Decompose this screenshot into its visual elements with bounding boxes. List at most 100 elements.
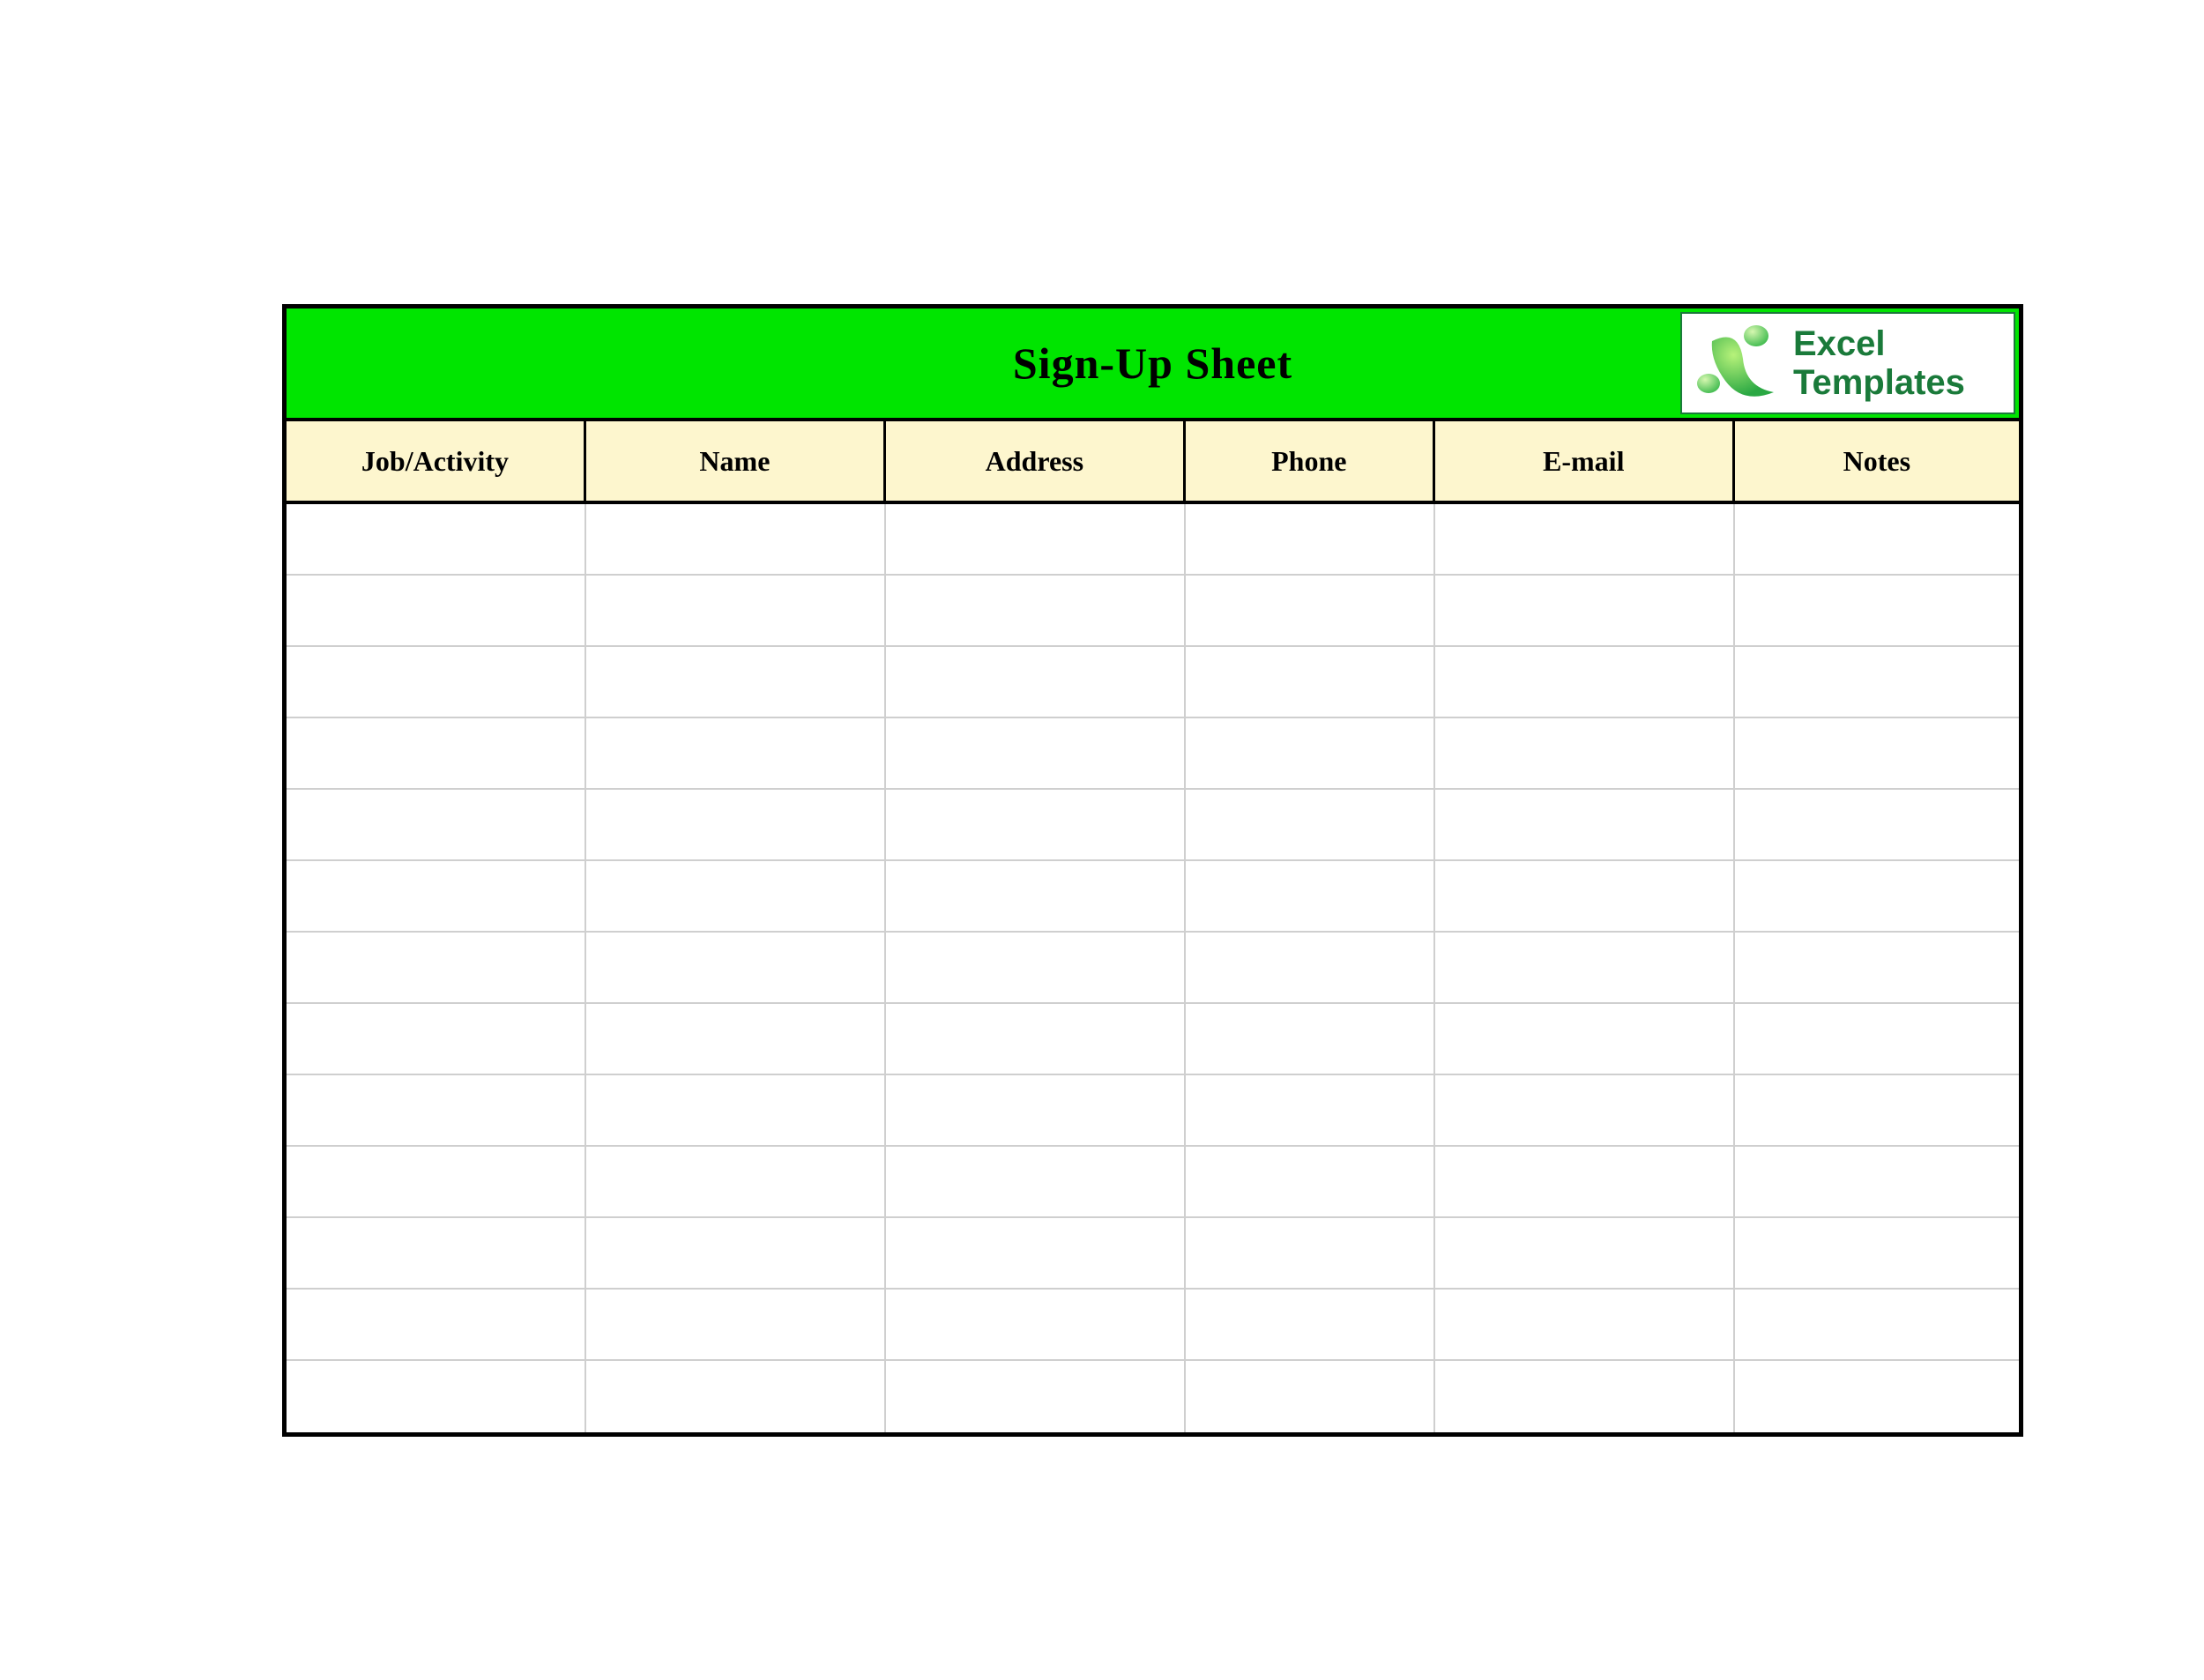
table-cell[interactable] <box>1735 790 2019 859</box>
table-row <box>287 1004 2019 1075</box>
table-cell[interactable] <box>1735 933 2019 1002</box>
table-cell[interactable] <box>886 861 1186 931</box>
table-cell[interactable] <box>886 933 1186 1002</box>
table-cell[interactable] <box>1186 790 1435 859</box>
table-cell[interactable] <box>886 647 1186 717</box>
logo-line2: Templates <box>1793 363 1965 402</box>
col-name: Name <box>586 421 886 501</box>
table-row <box>287 933 2019 1004</box>
table-row <box>287 718 2019 790</box>
table-cell[interactable] <box>1735 647 2019 717</box>
table-cell[interactable] <box>1735 1218 2019 1288</box>
table-row <box>287 790 2019 861</box>
table-cell[interactable] <box>586 1075 886 1145</box>
table-cell[interactable] <box>1435 1361 1735 1432</box>
table-cell[interactable] <box>586 933 886 1002</box>
table-cell[interactable] <box>886 1004 1186 1074</box>
table-cell[interactable] <box>1435 504 1735 574</box>
table-cell[interactable] <box>1735 1361 2019 1432</box>
table-cell[interactable] <box>886 1147 1186 1216</box>
table-cell[interactable] <box>287 933 586 1002</box>
table-cell[interactable] <box>586 1218 886 1288</box>
table-cell[interactable] <box>1186 576 1435 645</box>
table-cell[interactable] <box>1186 1147 1435 1216</box>
table-cell[interactable] <box>1435 647 1735 717</box>
table-cell[interactable] <box>586 1147 886 1216</box>
table-row <box>287 647 2019 718</box>
data-rows <box>287 504 2019 1432</box>
table-cell[interactable] <box>1186 1290 1435 1359</box>
table-cell[interactable] <box>1186 718 1435 788</box>
table-cell[interactable] <box>1735 718 2019 788</box>
table-cell[interactable] <box>1435 1004 1735 1074</box>
table-cell[interactable] <box>586 861 886 931</box>
table-cell[interactable] <box>287 1361 586 1432</box>
table-cell[interactable] <box>287 790 586 859</box>
col-job-activity: Job/Activity <box>287 421 586 501</box>
table-cell[interactable] <box>1186 1004 1435 1074</box>
table-cell[interactable] <box>1735 504 2019 574</box>
table-cell[interactable] <box>886 718 1186 788</box>
table-cell[interactable] <box>1435 576 1735 645</box>
table-cell[interactable] <box>287 504 586 574</box>
table-cell[interactable] <box>586 790 886 859</box>
table-cell[interactable] <box>886 576 1186 645</box>
table-cell[interactable] <box>886 1075 1186 1145</box>
table-cell[interactable] <box>1435 861 1735 931</box>
col-address: Address <box>886 421 1186 501</box>
table-cell[interactable] <box>287 861 586 931</box>
table-cell[interactable] <box>1435 1290 1735 1359</box>
table-cell[interactable] <box>586 504 886 574</box>
col-phone: Phone <box>1186 421 1435 501</box>
table-cell[interactable] <box>1186 647 1435 717</box>
logo-text: Excel Templates <box>1793 324 1965 402</box>
table-cell[interactable] <box>886 1218 1186 1288</box>
table-cell[interactable] <box>287 1290 586 1359</box>
table-cell[interactable] <box>1435 1075 1735 1145</box>
table-cell[interactable] <box>586 718 886 788</box>
table-cell[interactable] <box>586 576 886 645</box>
table-cell[interactable] <box>1735 1075 2019 1145</box>
table-cell[interactable] <box>886 1290 1186 1359</box>
table-cell[interactable] <box>1735 1290 2019 1359</box>
table-cell[interactable] <box>1735 1004 2019 1074</box>
table-cell[interactable] <box>287 647 586 717</box>
table-cell[interactable] <box>1186 504 1435 574</box>
table-cell[interactable] <box>1186 933 1435 1002</box>
table-cell[interactable] <box>586 1361 886 1432</box>
table-cell[interactable] <box>1186 1361 1435 1432</box>
logo-box: Excel Templates <box>1680 312 2015 414</box>
excel-templates-icon <box>1694 323 1783 403</box>
col-email: E-mail <box>1435 421 1735 501</box>
table-cell[interactable] <box>886 504 1186 574</box>
table-row <box>287 1147 2019 1218</box>
table-cell[interactable] <box>1435 933 1735 1002</box>
col-notes: Notes <box>1735 421 2019 501</box>
table-cell[interactable] <box>287 1218 586 1288</box>
table-cell[interactable] <box>586 1290 886 1359</box>
table-cell[interactable] <box>1186 1075 1435 1145</box>
table-cell[interactable] <box>886 790 1186 859</box>
table-cell[interactable] <box>1735 861 2019 931</box>
table-cell[interactable] <box>1435 1218 1735 1288</box>
table-cell[interactable] <box>1186 861 1435 931</box>
table-cell[interactable] <box>1435 790 1735 859</box>
table-cell[interactable] <box>886 1361 1186 1432</box>
table-cell[interactable] <box>1735 576 2019 645</box>
table-cell[interactable] <box>287 576 586 645</box>
signup-sheet: Sign-Up Sheet <box>282 304 2023 1437</box>
table-cell[interactable] <box>287 718 586 788</box>
table-cell[interactable] <box>586 1004 886 1074</box>
table-row <box>287 1075 2019 1147</box>
table-cell[interactable] <box>586 647 886 717</box>
column-headers: Job/Activity Name Address Phone E-mail N… <box>287 421 2019 504</box>
table-row <box>287 1290 2019 1361</box>
table-cell[interactable] <box>287 1004 586 1074</box>
table-cell[interactable] <box>287 1147 586 1216</box>
table-cell[interactable] <box>1186 1218 1435 1288</box>
table-cell[interactable] <box>1435 1147 1735 1216</box>
table-cell[interactable] <box>1435 718 1735 788</box>
table-cell[interactable] <box>287 1075 586 1145</box>
table-cell[interactable] <box>1735 1147 2019 1216</box>
table-row <box>287 861 2019 933</box>
